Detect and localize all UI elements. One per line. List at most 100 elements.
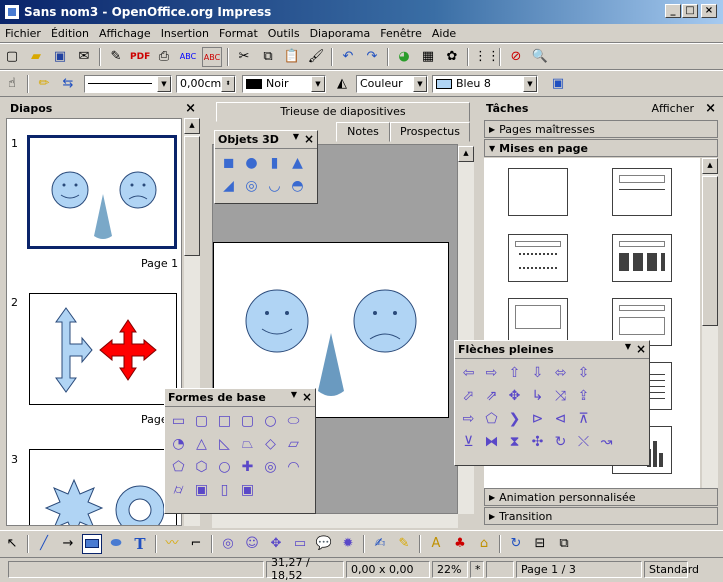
slide-thumb-2[interactable] bbox=[29, 293, 177, 405]
scroll-up-button[interactable]: ▲ bbox=[184, 118, 200, 134]
corner-right-arrow-icon[interactable]: ↳ bbox=[526, 384, 549, 407]
autospell-icon[interactable]: ABC bbox=[202, 46, 222, 67]
four-way-arrow-icon[interactable]: ✥ bbox=[503, 384, 526, 407]
pdf-icon[interactable]: PDF bbox=[130, 47, 150, 67]
cylinder-icon[interactable]: ▮ bbox=[263, 151, 286, 174]
down-callout-arrow-icon[interactable]: ⊻ bbox=[457, 430, 480, 453]
pentagon-arrow-icon[interactable]: ⬠ bbox=[480, 407, 503, 430]
left-right-callout-icon[interactable]: ⧓ bbox=[480, 430, 503, 453]
split-arrow-icon[interactable]: ⤨ bbox=[549, 384, 572, 407]
email-icon[interactable]: ✉ bbox=[74, 47, 94, 67]
cylinder-icon[interactable]: ⌭ bbox=[167, 478, 190, 501]
print-icon[interactable]: ⎙ bbox=[154, 47, 174, 67]
close-icon[interactable]: × bbox=[636, 342, 646, 356]
zoom-icon[interactable]: 🔍 bbox=[530, 47, 550, 67]
circular-arrow-icon[interactable]: ↻ bbox=[549, 430, 572, 453]
scroll-thumb[interactable] bbox=[702, 176, 718, 326]
spellcheck-icon[interactable]: ABC bbox=[178, 47, 198, 67]
notched-arrow-icon[interactable]: ⇨ bbox=[457, 407, 480, 430]
undo-icon[interactable]: ↶ bbox=[338, 47, 358, 67]
ring-icon[interactable]: ◎ bbox=[259, 455, 282, 478]
basic-shapes-icon[interactable]: ◎ bbox=[218, 534, 238, 554]
circle-icon[interactable]: ○ bbox=[259, 409, 282, 432]
slide-thumb-3[interactable] bbox=[29, 449, 177, 525]
block-arc-icon[interactable]: ◠ bbox=[282, 455, 305, 478]
scroll-up-button[interactable]: ▲ bbox=[702, 158, 718, 174]
right-callout-arrow-icon[interactable]: ⊳ bbox=[526, 407, 549, 430]
close-button[interactable]: × bbox=[701, 4, 717, 18]
line-width-input[interactable]: 0,00cm ⬍ bbox=[176, 74, 236, 93]
section-master-pages[interactable]: ▶ Pages maîtresses bbox=[484, 120, 718, 138]
chevron-icon[interactable]: ❯ bbox=[503, 407, 526, 430]
sphere-icon[interactable]: ● bbox=[240, 151, 263, 174]
folded-corner-icon[interactable]: ▯ bbox=[213, 478, 236, 501]
arrow-up-right-icon[interactable]: ⬀ bbox=[457, 384, 480, 407]
menu-insertion[interactable]: Insertion bbox=[156, 27, 214, 40]
s-arrow-icon[interactable]: ↝ bbox=[595, 430, 618, 453]
grid-icon[interactable]: ⋮⋮ bbox=[474, 47, 500, 67]
layout-title-only[interactable] bbox=[612, 168, 672, 216]
rounded-square-icon[interactable]: ▢ bbox=[236, 409, 259, 432]
tab-notes[interactable]: Notes bbox=[336, 122, 390, 142]
pentagon-icon[interactable]: ⬠ bbox=[167, 455, 190, 478]
rounded-rectangle-icon[interactable]: ▢ bbox=[190, 409, 213, 432]
paste-icon[interactable]: 📋 bbox=[282, 47, 302, 67]
section-transition[interactable]: ▶ Transition bbox=[484, 507, 718, 525]
menu-outils[interactable]: Outils bbox=[263, 27, 305, 40]
rotate-icon[interactable]: ↻ bbox=[506, 534, 526, 554]
symbol-shapes-icon[interactable]: ☺ bbox=[242, 534, 262, 554]
line-tool-icon[interactable]: ╱ bbox=[34, 534, 54, 554]
scroll-thumb[interactable] bbox=[184, 136, 200, 256]
arrow-left-right-icon[interactable]: ⬄ bbox=[549, 361, 572, 384]
slides-list[interactable]: 1 Page 1 2 Page 3 bbox=[6, 118, 182, 526]
area-style-select[interactable]: Couleur ▼ bbox=[356, 74, 428, 93]
shell-icon[interactable]: ◡ bbox=[263, 174, 286, 197]
section-layouts[interactable]: ▼ Mises en page bbox=[484, 139, 718, 157]
frame-icon[interactable]: ▣ bbox=[236, 478, 259, 501]
arrange-icon[interactable]: ⧉ bbox=[554, 534, 574, 554]
pyramid-icon[interactable]: ◢ bbox=[217, 174, 240, 197]
left-callout-arrow-icon[interactable]: ⊲ bbox=[549, 407, 572, 430]
rectangle-tool-icon[interactable] bbox=[82, 534, 102, 554]
menu-diaporama[interactable]: Diaporama bbox=[305, 27, 376, 40]
slide-thumb-1[interactable] bbox=[27, 135, 177, 249]
line-icon[interactable]: ✏ bbox=[34, 74, 54, 94]
line-style-select[interactable]: ▼ bbox=[84, 74, 172, 93]
arrow-up-icon[interactable]: ⇧ bbox=[503, 361, 526, 384]
ellipse-icon[interactable]: ⬭ bbox=[282, 409, 305, 432]
four-way-callout-icon[interactable]: ✣ bbox=[526, 430, 549, 453]
arrow-down-icon[interactable]: ⇩ bbox=[526, 361, 549, 384]
close-icon[interactable]: × bbox=[304, 132, 314, 146]
cross-icon[interactable]: ✚ bbox=[236, 455, 259, 478]
clone-format-icon[interactable]: 🖌 bbox=[306, 47, 326, 67]
line-color-select[interactable]: Noir ▼ bbox=[242, 74, 326, 93]
minimize-button[interactable]: _ bbox=[665, 4, 681, 18]
arrow-right-icon[interactable]: ⇨ bbox=[480, 361, 503, 384]
maximize-button[interactable]: □ bbox=[682, 4, 698, 18]
save-icon[interactable]: ▣ bbox=[50, 47, 70, 67]
cone-icon[interactable]: ▲ bbox=[286, 151, 309, 174]
layout-title-text[interactable] bbox=[508, 298, 568, 346]
gallery-icon[interactable]: ⌂ bbox=[474, 534, 494, 554]
styles-icon[interactable]: ☝ bbox=[2, 74, 22, 94]
cube-icon[interactable]: ▣ bbox=[190, 478, 213, 501]
menu-format[interactable]: Format bbox=[214, 27, 263, 40]
torus-icon[interactable]: ◎ bbox=[240, 174, 263, 197]
layouts-scrollbar[interactable]: ▲ bbox=[702, 158, 718, 488]
callouts-icon[interactable]: 💬 bbox=[314, 534, 334, 554]
connector-icon[interactable]: ⌐ bbox=[186, 534, 206, 554]
edit-file-icon[interactable]: ✎ bbox=[106, 47, 126, 67]
open-icon[interactable]: ▰ bbox=[26, 47, 46, 67]
menu-fenetre[interactable]: Fenêtre bbox=[375, 27, 427, 40]
shadow-icon[interactable]: ▣ bbox=[548, 74, 568, 94]
up-callout-arrow-icon[interactable]: ⊼ bbox=[572, 407, 595, 430]
half-sphere-icon[interactable]: ◓ bbox=[286, 174, 309, 197]
stars-icon[interactable]: ✹ bbox=[338, 534, 358, 554]
show-draw-functions-icon[interactable]: ✿ bbox=[442, 47, 462, 67]
cut-icon[interactable]: ✂ bbox=[234, 47, 254, 67]
area-icon[interactable]: ◭ bbox=[332, 74, 352, 94]
layout-two-content[interactable] bbox=[612, 234, 672, 282]
section-animation[interactable]: ▶ Animation personnalisée bbox=[484, 488, 718, 506]
arrow-left-icon[interactable]: ⇦ bbox=[457, 361, 480, 384]
flowchart-icon[interactable]: ▭ bbox=[290, 534, 310, 554]
